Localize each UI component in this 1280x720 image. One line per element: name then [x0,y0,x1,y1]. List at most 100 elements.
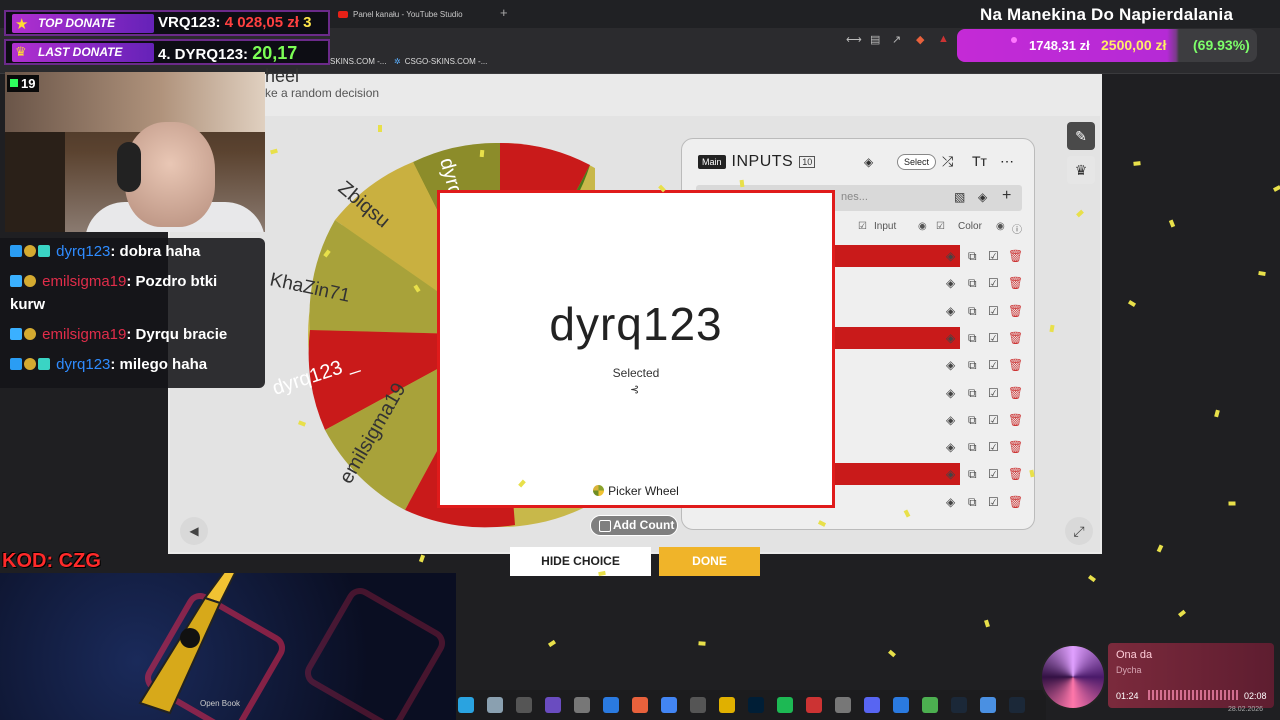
translate-icon[interactable]: ⟷ [846,33,862,46]
info-icon[interactable]: ⓘ [1012,221,1022,236]
duplicate-icon[interactable]: ⧉ [968,495,977,510]
cube-icon[interactable] [574,697,590,713]
sound-button[interactable]: ◀ [180,517,208,545]
edit-wheel-button[interactable]: ✎ [1067,122,1095,150]
new-tab-button[interactable]: + [500,5,508,20]
hide-row-icon[interactable]: ◈ [946,331,955,345]
delete-icon[interactable]: 🗑 [1008,331,1023,345]
tab-youtube-studio[interactable]: Panel kanału - YouTube Studio [338,4,463,24]
trophy-button[interactable]: ♛ [1067,156,1095,184]
duplicate-icon[interactable]: ⧉ [968,304,977,319]
delete-icon[interactable]: 🗑 [1008,467,1023,481]
confetti-piece [1258,270,1266,277]
delete-icon[interactable]: 🗑 [1008,386,1023,400]
chat-message: emilsigma19: Pozdro btki kurw [10,270,217,316]
checkbox-icon[interactable]: ☑ [988,467,999,481]
checkbox-icon[interactable]: ☑ [988,276,999,290]
camera-icon[interactable] [487,697,503,713]
hide-row-icon[interactable]: ◈ [946,358,955,372]
checkbox-icon[interactable]: ☑ [988,331,999,345]
steam-icon[interactable] [951,697,967,713]
checkbox-icon[interactable]: ☑ [988,440,999,454]
checkbox-icon[interactable]: ☑ [988,495,999,509]
discord-icon[interactable] [864,697,880,713]
telegram-icon[interactable] [458,697,474,713]
promo-ad: Open Book [0,573,456,720]
hide-row-icon[interactable]: ◈ [946,276,955,290]
delete-icon[interactable]: 🗑 [1008,358,1023,372]
delete-icon[interactable]: 🗑 [1008,495,1023,509]
hide-row-icon[interactable]: ◈ [946,386,955,400]
duplicate-icon[interactable]: ⧉ [968,331,977,346]
capcut-icon[interactable] [690,697,706,713]
duplicate-icon[interactable]: ⧉ [968,467,977,482]
bookmark-csgo-skins[interactable]: ✲ CSGO-SKINS.COM -... [394,57,487,66]
checkbox-icon[interactable]: ☑ [988,304,999,318]
rewards-icon[interactable]: ▲ [938,33,949,45]
app-icon[interactable] [893,697,909,713]
main-tab[interactable]: Main [698,155,726,169]
tab-title: Panel kanału - YouTube Studio [353,9,463,19]
hide-row-icon[interactable]: ◈ [946,467,955,481]
shuffle-icon[interactable]: ⤮ [942,153,953,170]
delete-icon[interactable]: 🗑 [1008,440,1023,454]
duplicate-icon[interactable]: ⧉ [968,249,977,264]
app-icon[interactable] [806,697,822,713]
steam-icon[interactable] [1009,697,1025,713]
share-icon[interactable]: ⊰ [630,383,639,396]
fullscreen-button[interactable]: ⤢ [1065,517,1093,545]
duplicate-icon[interactable]: ⧉ [968,358,977,373]
chrome-icon[interactable] [661,697,677,713]
hide-icon[interactable]: ◈ [864,155,873,169]
eye-icon[interactable]: ◉ [996,221,1005,232]
checkbox-icon[interactable]: ☑ [936,221,945,232]
select-button[interactable]: Select [897,154,937,170]
duplicate-icon[interactable]: ⧉ [968,386,977,401]
sub-badge-icon [38,358,50,370]
minecraft-icon[interactable] [922,697,938,713]
duplicate-icon[interactable]: ⧉ [968,276,977,291]
spotify-icon[interactable] [777,697,793,713]
obs-icon[interactable] [516,697,532,713]
page-title: heel [265,66,300,86]
viewer-count: 19 [7,75,40,92]
eye-icon[interactable]: ◉ [918,221,927,232]
app-icon[interactable] [545,697,561,713]
image-icon[interactable]: ▧ [954,190,965,204]
delete-icon[interactable]: 🗑 [1008,304,1023,318]
add-icon[interactable]: + [1002,187,1011,205]
confetti-piece [739,179,745,188]
photoshop-icon[interactable] [748,697,764,713]
share-icon[interactable]: ↗ [892,33,901,46]
hide-row-icon[interactable]: ◈ [946,304,955,318]
add-count-toggle[interactable]: Add Count [590,515,678,536]
checkbox-icon[interactable]: ☑ [988,249,999,263]
duplicate-icon[interactable]: ⧉ [968,413,977,428]
input-row: ◈ ⧉ ☑ 🗑 [822,354,1023,376]
hide-row-icon[interactable]: ◈ [946,495,955,509]
delete-icon[interactable]: 🗑 [1008,276,1023,290]
delete-icon[interactable]: 🗑 [1008,249,1023,263]
more-icon[interactable]: ⋯ [1000,153,1014,170]
hide-row-icon[interactable]: ◈ [946,440,955,454]
reader-icon[interactable]: ▤ [870,33,880,46]
text-size-icon[interactable]: Tт [972,153,987,169]
brave-shield-icon[interactable]: ◆ [916,33,924,46]
delete-icon[interactable]: 🗑 [1008,413,1023,427]
brave-icon[interactable] [632,697,648,713]
checkbox-icon[interactable]: ☑ [988,358,999,372]
hide-choice-button[interactable]: HIDE CHOICE [510,547,651,576]
checkbox-icon[interactable]: ☑ [988,386,999,400]
folder-icon[interactable] [719,697,735,713]
checkbox-icon[interactable]: ☑ [988,413,999,427]
hide-row-icon[interactable]: ◈ [946,413,955,427]
done-button[interactable]: DONE [659,547,760,576]
duplicate-icon[interactable]: ⧉ [968,440,977,455]
hide-all-icon[interactable]: ◈ [978,190,987,204]
steam-tool-icon[interactable] [835,697,851,713]
hide-row-icon[interactable]: ◈ [946,249,955,263]
checkbox-icon[interactable]: ☑ [858,221,867,232]
bookmark-skins[interactable]: SKINS.COM -... [330,57,386,66]
app-icon[interactable] [980,697,996,713]
vscode-icon[interactable] [603,697,619,713]
